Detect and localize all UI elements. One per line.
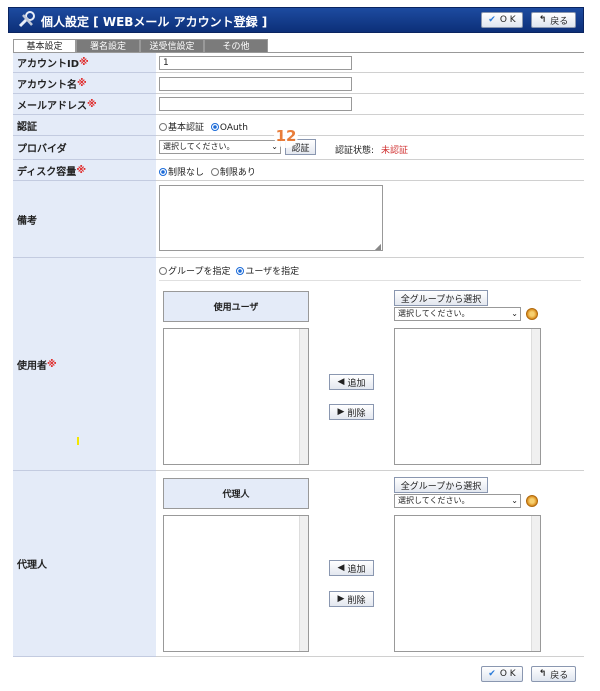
scrollbar[interactable] [531, 516, 540, 651]
proxy-remove-button[interactable]: ▶ 削除 [329, 591, 374, 607]
tab-basic[interactable]: 基本設定 [13, 39, 76, 53]
chevron-down-icon: ⌄ [511, 309, 518, 318]
note-textarea[interactable]: ◢ [159, 185, 383, 251]
tab-other[interactable]: その他 [204, 39, 268, 53]
chevron-down-icon: ⌄ [511, 496, 518, 505]
provider-label: プロバイダ [13, 136, 156, 160]
user-group-radio[interactable]: グループを指定 [159, 267, 230, 277]
user-list[interactable] [163, 328, 309, 465]
note-label: 備考 [13, 181, 156, 258]
email-label: メールアドレス ※ [13, 94, 156, 115]
tab-signature[interactable]: 署名設定 [76, 39, 140, 53]
check-icon: ✔ [488, 15, 496, 25]
proxy-list-header: 代理人 [163, 478, 309, 509]
account-id-input[interactable]: 1 [159, 56, 352, 70]
group-picker-icon[interactable] [526, 495, 538, 507]
user-list-header: 使用ユーザ [163, 291, 309, 322]
account-name-label: アカウント名 ※ [13, 73, 156, 94]
proxy-group-select[interactable]: 選択してください。 ⌄ [394, 494, 521, 508]
marker [77, 437, 79, 445]
return-arrow-icon: ↰ [538, 15, 547, 25]
check-icon: ✔ [488, 669, 496, 679]
tools-icon [18, 11, 35, 28]
footer-ok-button[interactable]: ✔ O K [481, 666, 523, 682]
user-add-button[interactable]: ◀ 追加 [329, 374, 374, 390]
user-all-groups-button[interactable]: 全グループから選択 [394, 290, 488, 306]
disk-unlimited-radio[interactable]: 制限なし [159, 168, 204, 178]
disk-label: ディスク容量 ※ [13, 160, 156, 181]
disk-limited-radio[interactable]: 制限あり [210, 168, 256, 178]
auth-basic-radio[interactable]: 基本認証 [159, 123, 204, 133]
auth-status-label: 認証状態: [335, 146, 375, 156]
arrow-left-icon: ◀ [337, 563, 345, 573]
scrollbar[interactable] [299, 516, 308, 651]
arrow-right-icon: ▶ [337, 407, 345, 417]
proxy-candidate-list[interactable] [394, 515, 541, 652]
back-button[interactable]: ↰ 戻る [531, 12, 576, 28]
provider-select[interactable]: 選択してください。 ⌄ [159, 140, 281, 154]
footer-back-button[interactable]: ↰ 戻る [531, 666, 576, 682]
scrollbar[interactable] [531, 329, 540, 464]
account-id-label: アカウントID ※ [13, 53, 156, 73]
scrollbar[interactable] [299, 329, 308, 464]
user-label: 使用者 ※ [13, 258, 156, 471]
proxy-label: 代理人 [13, 471, 156, 657]
group-picker-icon[interactable] [526, 308, 538, 320]
return-arrow-icon: ↰ [538, 669, 547, 679]
arrow-left-icon: ◀ [337, 377, 345, 387]
tab-send-receive[interactable]: 送受信設定 [140, 39, 204, 53]
ok-button[interactable]: ✔ O K [481, 12, 523, 28]
user-remove-button[interactable]: ▶ 削除 [329, 404, 374, 420]
page-title: 個人設定 [ WEBメール アカウント登録 ] [41, 15, 268, 29]
user-candidate-list[interactable] [394, 328, 541, 465]
resize-handle-icon: ◢ [374, 242, 381, 251]
account-name-input[interactable] [159, 77, 352, 91]
callout-number-marker: 12 [274, 124, 298, 148]
arrow-right-icon: ▶ [337, 594, 345, 604]
proxy-list[interactable] [163, 515, 309, 652]
proxy-all-groups-button[interactable]: 全グループから選択 [394, 477, 488, 493]
auth-oauth-radio[interactable]: OAuth [210, 123, 248, 133]
auth-status-value: 未認証 [381, 146, 409, 156]
user-user-radio[interactable]: ユーザを指定 [236, 267, 299, 277]
user-group-select[interactable]: 選択してください。 ⌄ [394, 307, 521, 321]
proxy-add-button[interactable]: ◀ 追加 [329, 560, 374, 576]
auth-label: 認証 [13, 115, 156, 136]
email-input[interactable] [159, 97, 352, 111]
